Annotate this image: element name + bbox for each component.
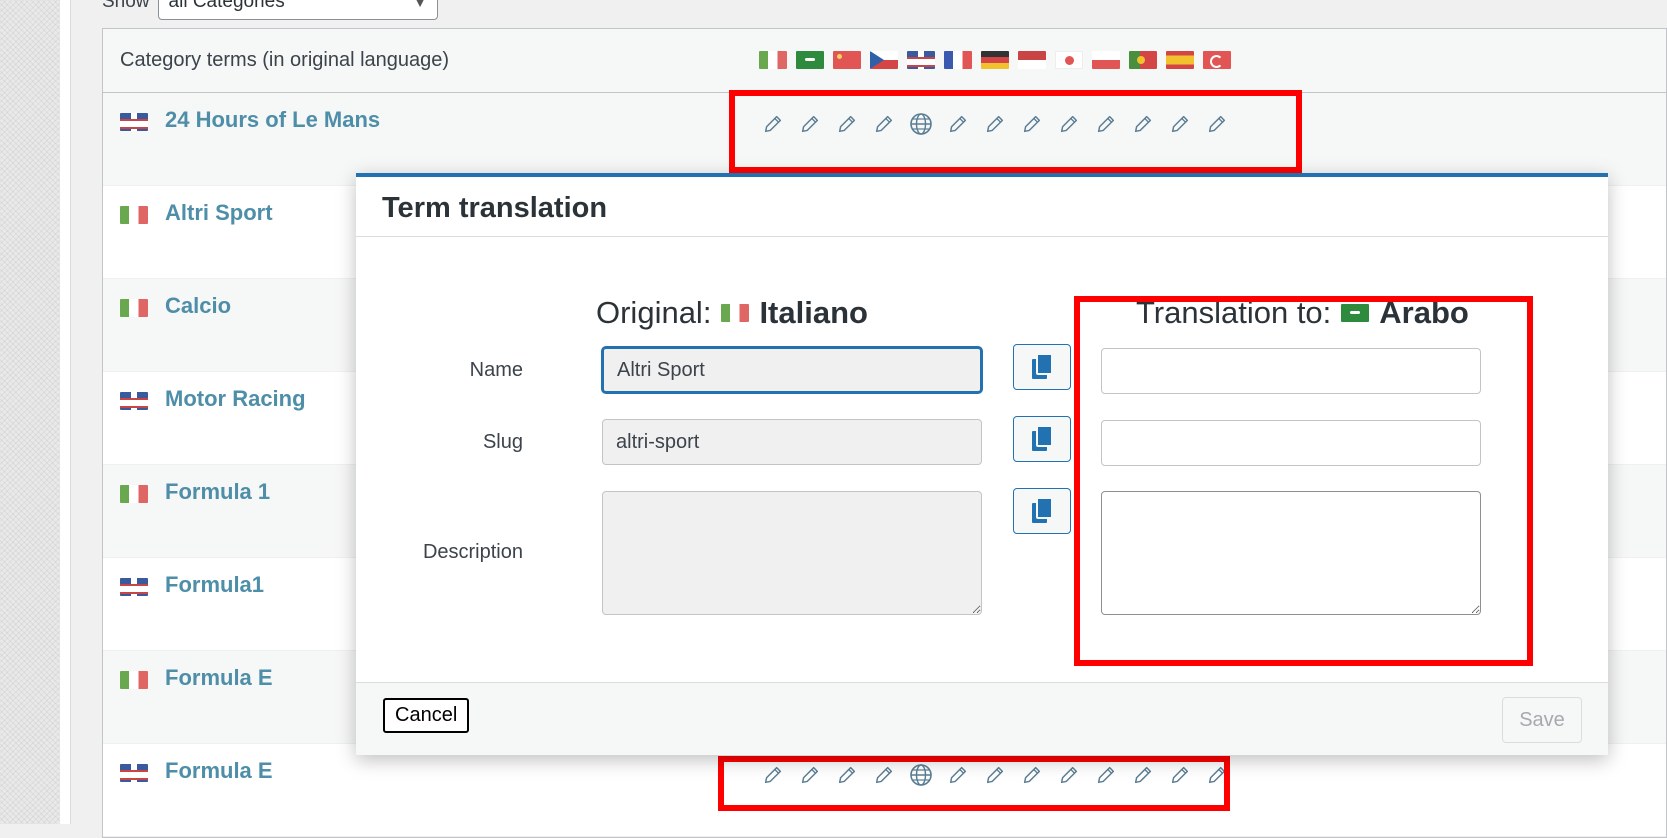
british-flag-icon (120, 113, 148, 131)
portuguese-flag-icon (1129, 51, 1157, 69)
term-name-link[interactable]: Formula 1 (165, 479, 270, 505)
pencil-icon[interactable] (759, 761, 787, 789)
spanish-flag-icon (1166, 51, 1194, 69)
translation-language: Arabo (1379, 295, 1469, 330)
description-label: Description (422, 541, 523, 563)
british-flag-icon (907, 51, 935, 69)
category-filter: Show all Categories ▼ (102, 0, 438, 20)
dialog-body: Original: Italiano Translation to: Arabo… (356, 237, 1608, 682)
indonesian-flag-icon (1018, 51, 1046, 69)
pencil-icon[interactable] (1018, 110, 1046, 138)
filter-selected-value: all Categories (168, 0, 285, 12)
term-name-link[interactable]: Formula1 (165, 572, 264, 598)
dialog-footer: Cancel Save (356, 682, 1608, 755)
category-filter-select[interactable]: all Categories ▼ (157, 0, 438, 20)
translation-heading: Translation to: Arabo (1136, 295, 1469, 331)
pencil-icon[interactable] (944, 761, 972, 789)
table-header-label: Category terms (in original language) (120, 49, 450, 71)
pencil-icon[interactable] (981, 110, 1009, 138)
pencil-icon[interactable] (944, 110, 972, 138)
term-name-link[interactable]: Motor Racing (165, 386, 306, 412)
japanese-flag-icon (1055, 51, 1083, 69)
italian-flag-icon (759, 51, 787, 69)
language-flags (759, 51, 1231, 69)
italian-flag-icon (721, 304, 750, 322)
dialog-header: Term translation (356, 177, 1608, 237)
slug-label: Slug (482, 431, 523, 453)
pencil-icon[interactable] (1018, 761, 1046, 789)
cancel-button[interactable]: Cancel (383, 698, 470, 733)
pencil-icon[interactable] (1055, 110, 1083, 138)
original-description-field[interactable] (602, 491, 982, 615)
translation-slug-field[interactable] (1101, 420, 1481, 466)
pencil-icon[interactable] (981, 761, 1009, 789)
pencil-icon[interactable] (833, 761, 861, 789)
pencil-icon[interactable] (1203, 110, 1231, 138)
save-button[interactable]: Save (1502, 697, 1582, 743)
name-label: Name (469, 359, 523, 381)
pencil-icon[interactable] (1129, 761, 1157, 789)
pencil-icon[interactable] (1166, 110, 1194, 138)
german-flag-icon (981, 51, 1009, 69)
british-flag-icon (120, 392, 148, 410)
chinese-flag-icon (833, 51, 861, 69)
globe-icon[interactable] (907, 761, 935, 789)
original-language: Italiano (759, 295, 868, 330)
pencil-icon[interactable] (1092, 110, 1120, 138)
original-prefix: Original: (596, 295, 712, 330)
term-name-link[interactable]: 24 Hours of Le Mans (165, 107, 380, 133)
original-heading: Original: Italiano (596, 295, 868, 331)
italian-flag-icon (120, 671, 148, 689)
filter-label: Show (102, 0, 150, 12)
italian-flag-icon (120, 485, 148, 503)
page-background-pattern (0, 0, 60, 824)
pencil-icon[interactable] (1055, 761, 1083, 789)
dialog-title: Term translation (382, 192, 608, 224)
czech-flag-icon (870, 51, 898, 69)
polish-flag-icon (1092, 51, 1120, 69)
table-header: Category terms (in original language) (103, 29, 1666, 93)
turkish-flag-icon (1203, 51, 1231, 69)
pencil-icon[interactable] (759, 110, 787, 138)
translation-description-field[interactable] (1101, 491, 1481, 615)
british-flag-icon (120, 764, 148, 782)
italian-flag-icon (120, 299, 148, 317)
pencil-icon[interactable] (796, 110, 824, 138)
arabic-flag-icon (1341, 304, 1370, 322)
term-name-link[interactable]: Calcio (165, 293, 231, 319)
british-flag-icon (120, 578, 148, 596)
pencil-icon[interactable] (1166, 761, 1194, 789)
pencil-icon[interactable] (1203, 761, 1231, 789)
term-name-link[interactable]: Formula E (165, 758, 273, 784)
pencil-icon[interactable] (870, 110, 898, 138)
arabic-flag-icon (796, 51, 824, 69)
copy-description-button[interactable] (1013, 488, 1071, 534)
term-name-link[interactable]: Altri Sport (165, 200, 273, 226)
translation-name-field[interactable] (1101, 348, 1481, 394)
table-row: Formula E (103, 744, 1666, 837)
translation-actions (759, 761, 1231, 789)
pencil-icon[interactable] (1092, 761, 1120, 789)
admin-sidebar-edge (60, 0, 71, 824)
pencil-icon[interactable] (870, 761, 898, 789)
term-translation-dialog: Term translation Original: Italiano Tran… (356, 173, 1608, 755)
pencil-icon[interactable] (1129, 110, 1157, 138)
original-name-field[interactable] (602, 347, 982, 393)
pencil-icon[interactable] (833, 110, 861, 138)
italian-flag-icon (120, 206, 148, 224)
copy-icon (1032, 497, 1053, 523)
original-slug-field[interactable] (602, 419, 982, 465)
copy-icon (1032, 425, 1053, 451)
translation-actions (759, 110, 1231, 138)
chevron-down-icon: ▼ (413, 0, 427, 10)
french-flag-icon (944, 51, 972, 69)
globe-icon[interactable] (907, 110, 935, 138)
term-name-link[interactable]: Formula E (165, 665, 273, 691)
copy-name-button[interactable] (1013, 344, 1071, 390)
copy-icon (1032, 353, 1053, 379)
pencil-icon[interactable] (796, 761, 824, 789)
copy-slug-button[interactable] (1013, 416, 1071, 462)
translation-prefix: Translation to: (1136, 295, 1332, 330)
